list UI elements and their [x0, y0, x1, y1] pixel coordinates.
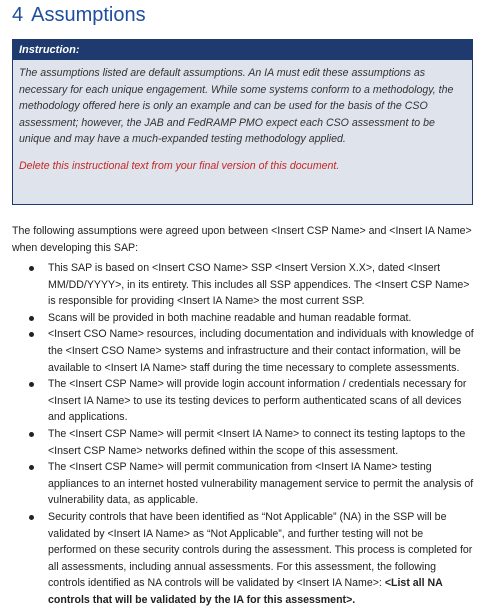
section-title: Assumptions	[31, 4, 146, 26]
list-item-text: The <Insert CSP Name> will permit commun…	[48, 461, 474, 507]
list-item-text: The <Insert CSP Name> will provide login…	[48, 378, 467, 424]
list-item-text: This SAP is based on <Insert CSO Name> S…	[48, 262, 470, 308]
instruction-box: Instruction: The assumptions listed are …	[12, 39, 473, 205]
list-item: The <Insert CSP Name> will provide login…	[12, 376, 474, 426]
bullet-icon	[29, 382, 34, 388]
instruction-header: Instruction:	[13, 40, 472, 60]
list-item-text: The <Insert CSP Name> will permit <Inser…	[48, 427, 466, 457]
list-item: The <Insert CSP Name> will permit commun…	[12, 459, 474, 509]
delete-instruction-note: Delete this instructional text from your…	[19, 159, 340, 172]
list-item-text: Scans will be provided in both machine r…	[48, 311, 412, 324]
list-item: The <Insert CSP Name> will permit <Inser…	[12, 426, 474, 459]
instruction-body: The assumptions listed are default assum…	[13, 60, 472, 175]
list-item: This SAP is based on <Insert CSO Name> S…	[12, 260, 474, 310]
list-item-text: <Insert CSO Name> resources, including d…	[48, 328, 474, 374]
bullet-icon	[29, 431, 34, 437]
bullet-icon	[29, 266, 34, 271]
document-page: 4 Assumptions Instruction: The assumption…	[0, 0, 486, 606]
bullet-icon	[29, 514, 34, 520]
section-number: 4	[12, 4, 24, 26]
list-item: Scans will be provided in both machine r…	[12, 310, 474, 327]
section-heading: 4 Assumptions	[12, 2, 146, 28]
bullet-icon	[29, 465, 34, 471]
bullet-icon	[29, 332, 34, 338]
assumptions-list: This SAP is based on <Insert CSO Name> S…	[12, 260, 474, 608]
list-item: <Insert CSO Name> resources, including d…	[12, 326, 474, 376]
instruction-text: The assumptions listed are default assum…	[19, 67, 454, 146]
intro-paragraph: The following assumptions were agreed up…	[12, 225, 472, 254]
bullet-icon	[29, 315, 34, 321]
list-item: Security controls that have been identif…	[12, 509, 474, 608]
